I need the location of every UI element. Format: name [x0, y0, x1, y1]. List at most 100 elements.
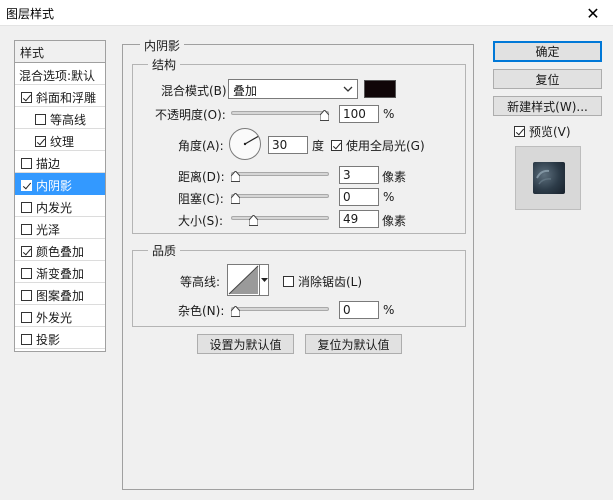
shadow-color-swatch[interactable]	[364, 80, 396, 98]
size-slider-thumb[interactable]	[248, 215, 258, 226]
preview-checkbox[interactable]: 预览(V)	[514, 123, 571, 140]
choke-input[interactable]: 0	[339, 188, 379, 206]
angle-dial[interactable]	[228, 127, 262, 161]
blend-mode-label: 混合模式(B):	[161, 84, 231, 98]
style-item-checkbox-icon[interactable]	[21, 224, 32, 235]
noise-input[interactable]: 0	[339, 301, 379, 319]
style-item-label: 投影	[36, 333, 61, 347]
reset-button[interactable]: 复位	[493, 69, 602, 89]
style-item-checkbox-icon[interactable]	[21, 158, 32, 169]
style-item[interactable]: 光泽	[15, 217, 105, 239]
new-style-button[interactable]: 新建样式(W)...	[493, 96, 602, 116]
style-item-checkbox-icon[interactable]	[21, 312, 32, 323]
choke-label: 阻塞(C):	[178, 192, 224, 206]
style-item-checkbox-icon[interactable]	[35, 136, 46, 147]
inner-shadow-title: 内阴影	[140, 37, 185, 54]
set-default-button[interactable]: 设置为默认值	[197, 334, 294, 354]
blend-mode-value: 叠加	[233, 84, 258, 98]
contour-picker[interactable]	[227, 264, 260, 296]
style-item-checkbox-icon[interactable]	[21, 290, 32, 301]
style-item[interactable]: 等高线	[15, 107, 105, 129]
style-item[interactable]: 渐变叠加	[15, 261, 105, 283]
anti-alias-checkbox[interactable]: 消除锯齿(L)	[283, 273, 362, 290]
style-list-header[interactable]: 样式	[15, 41, 105, 63]
style-item-label: 描边	[36, 157, 61, 171]
distance-label: 距离(D):	[178, 170, 225, 184]
close-icon[interactable]: ✕	[573, 0, 613, 26]
opacity-input[interactable]: 100	[339, 105, 379, 123]
style-item[interactable]: 图案叠加	[15, 283, 105, 305]
preview-label: 预览(V)	[529, 125, 571, 139]
choke-slider[interactable]	[231, 194, 329, 198]
angle-input[interactable]: 30	[268, 136, 308, 154]
angle-label: 角度(A):	[178, 139, 224, 153]
ok-button[interactable]: 确定	[493, 41, 602, 62]
style-item[interactable]: 纹理	[15, 129, 105, 151]
distance-input[interactable]: 3	[339, 166, 379, 184]
distance-slider[interactable]	[231, 172, 329, 176]
distance-unit: 像素	[382, 170, 407, 184]
style-item[interactable]: 斜面和浮雕	[15, 85, 105, 107]
contour-curve-icon	[228, 265, 259, 295]
preview-swatch-image	[533, 162, 565, 194]
choke-unit: %	[383, 190, 395, 204]
style-item-label: 图案叠加	[36, 289, 85, 303]
style-item[interactable]: 描边	[15, 151, 105, 173]
anti-alias-label: 消除锯齿(L)	[298, 275, 363, 289]
style-item-label: 内阴影	[36, 179, 73, 193]
style-item-checkbox-icon[interactable]	[21, 92, 32, 103]
preview-check-icon	[514, 126, 525, 137]
reset-default-button[interactable]: 复位为默认值	[305, 334, 402, 354]
style-item-checkbox-icon[interactable]	[21, 202, 32, 213]
size-input[interactable]: 49	[339, 210, 379, 228]
style-item-checkbox-icon[interactable]	[21, 268, 32, 279]
style-item-checkbox-icon[interactable]	[21, 180, 32, 191]
size-slider[interactable]	[231, 216, 329, 220]
opacity-slider[interactable]	[231, 111, 329, 115]
style-item-checkbox-icon[interactable]	[21, 246, 32, 257]
title-bar: 图层样式 ✕	[0, 0, 613, 26]
style-item-checkbox-icon[interactable]	[35, 114, 46, 125]
contour-dropdown[interactable]	[260, 264, 269, 296]
noise-unit: %	[383, 303, 395, 317]
noise-slider[interactable]	[231, 307, 329, 311]
preview-thumbnail	[515, 146, 581, 210]
contour-label: 等高线:	[180, 275, 221, 289]
style-item-label: 内发光	[36, 201, 73, 215]
global-light-check-icon	[331, 140, 342, 151]
opacity-unit: %	[383, 107, 395, 121]
global-light-checkbox[interactable]: 使用全局光(G)	[331, 137, 425, 154]
style-item-label: 光泽	[36, 223, 61, 237]
quality-title: 品质	[148, 242, 181, 259]
opacity-slider-thumb[interactable]	[320, 110, 329, 121]
global-light-label: 使用全局光(G)	[346, 139, 425, 153]
opacity-label: 不透明度(O):	[155, 108, 226, 122]
style-item-label: 等高线	[50, 113, 87, 127]
style-item-label: 渐变叠加	[36, 267, 85, 281]
angle-unit: 度	[312, 139, 325, 153]
choke-slider-thumb[interactable]	[231, 193, 240, 204]
style-item-label: 外发光	[36, 311, 73, 325]
caret-down-icon	[261, 278, 268, 282]
chevron-down-icon	[343, 86, 353, 92]
blend-mode-select[interactable]: 叠加	[228, 79, 358, 99]
style-item[interactable]: 投影	[15, 327, 105, 349]
window-title: 图层样式	[6, 7, 55, 21]
structure-title: 结构	[148, 56, 181, 73]
style-item[interactable]: 外发光	[15, 305, 105, 327]
size-label: 大小(S):	[178, 214, 224, 228]
noise-label: 杂色(N):	[178, 304, 225, 318]
style-item-checkbox-icon[interactable]	[21, 334, 32, 345]
style-item-label: 斜面和浮雕	[36, 91, 97, 105]
style-item[interactable]: 内阴影	[15, 173, 105, 195]
style-list: 样式 混合选项:默认 斜面和浮雕等高线纹理描边内阴影内发光光泽颜色叠加渐变叠加图…	[14, 40, 106, 352]
anti-alias-check-icon	[283, 276, 294, 287]
noise-slider-thumb[interactable]	[231, 306, 240, 317]
style-item-label: 颜色叠加	[36, 245, 85, 259]
size-unit: 像素	[382, 214, 407, 228]
distance-slider-thumb[interactable]	[231, 171, 240, 182]
style-item[interactable]: 颜色叠加	[15, 239, 105, 261]
style-item-label: 纹理	[50, 135, 75, 149]
style-item[interactable]: 内发光	[15, 195, 105, 217]
blend-options-item[interactable]: 混合选项:默认	[15, 63, 105, 85]
